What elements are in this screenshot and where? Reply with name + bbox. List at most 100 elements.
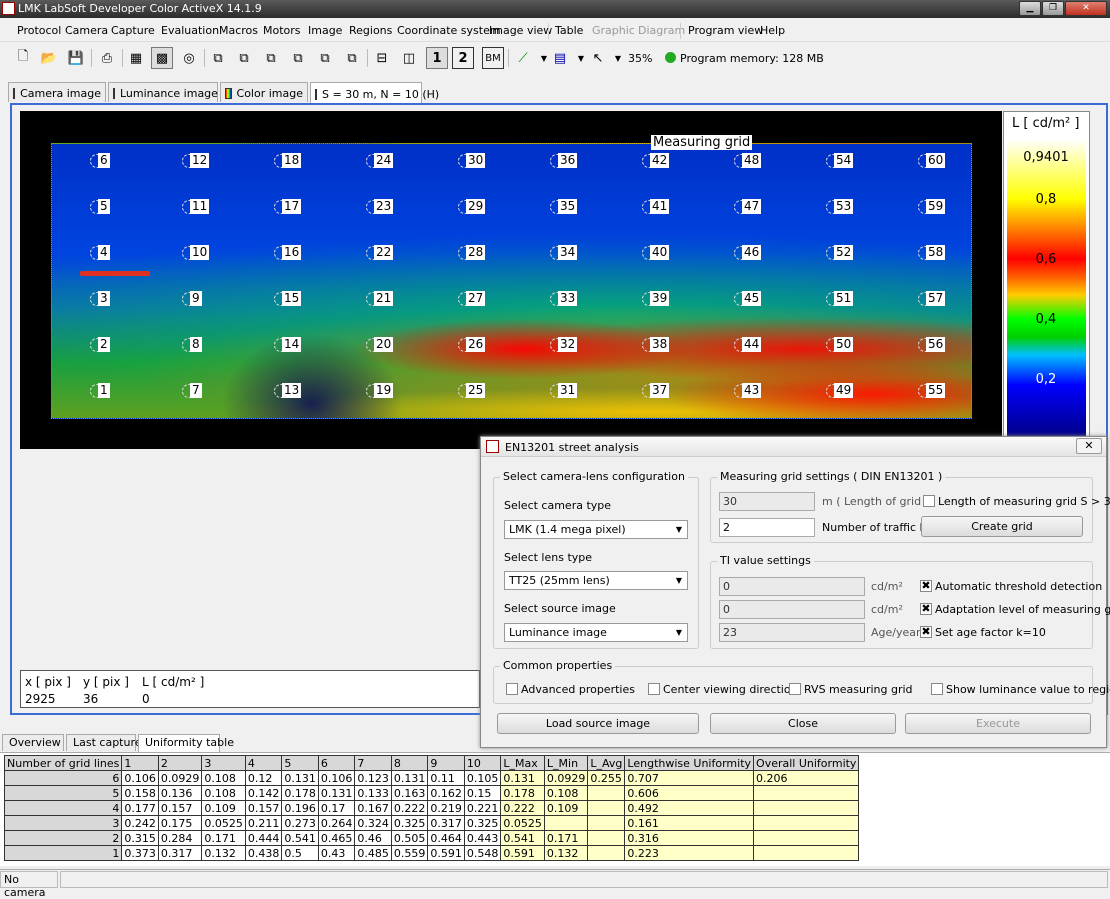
table-cell[interactable]: 0.325 bbox=[463, 815, 502, 831]
grid-point[interactable]: 48 bbox=[734, 153, 762, 170]
table-cell[interactable]: 0.105 bbox=[463, 770, 502, 786]
table-cell[interactable]: 0.142 bbox=[244, 785, 283, 801]
source-image-select[interactable]: Luminance image ▼ bbox=[504, 623, 688, 642]
table-cell[interactable]: 0.443 bbox=[463, 830, 502, 846]
grid-point[interactable]: 46 bbox=[734, 245, 762, 262]
tab-uniformity-table[interactable]: Uniformity table bbox=[138, 734, 234, 752]
load-source-image-button[interactable]: Load source image bbox=[497, 713, 699, 734]
table-cell[interactable]: 0.109 bbox=[543, 800, 589, 816]
grid-point[interactable]: 36 bbox=[550, 153, 578, 170]
grid-point[interactable]: 13 bbox=[274, 383, 302, 400]
table-cell[interactable]: 0.177 bbox=[121, 800, 159, 816]
grid-point[interactable]: 15 bbox=[274, 291, 302, 308]
table-cell[interactable]: 6 bbox=[3, 770, 123, 786]
table-cell[interactable]: 0.242 bbox=[121, 815, 159, 831]
split-vertical-icon[interactable]: ◫ bbox=[398, 47, 420, 69]
column-header[interactable]: 5 bbox=[281, 755, 319, 771]
column-header[interactable]: 8 bbox=[390, 755, 429, 771]
table-cell[interactable]: 0.46 bbox=[354, 830, 392, 846]
table-cell[interactable]: 0.109 bbox=[201, 800, 246, 816]
table-cell[interactable]: 0.178 bbox=[281, 785, 319, 801]
column-header[interactable]: 6 bbox=[317, 755, 356, 771]
grid-point[interactable]: 34 bbox=[550, 245, 578, 262]
grid-point[interactable]: 59 bbox=[918, 199, 946, 216]
table-cell[interactable]: 0.133 bbox=[354, 785, 392, 801]
camera-type-select[interactable]: LMK (1.4 mega pixel) ▼ bbox=[504, 520, 688, 539]
grid-point[interactable]: 44 bbox=[734, 337, 762, 354]
center-viewing-checkbox[interactable] bbox=[648, 683, 660, 695]
grid-point[interactable]: 52 bbox=[826, 245, 854, 262]
table-cell[interactable]: 0.211 bbox=[244, 815, 283, 831]
grid-point[interactable]: 37 bbox=[642, 383, 670, 400]
tab-color-image[interactable]: Color image bbox=[220, 82, 308, 102]
table-cell[interactable]: 4 bbox=[3, 800, 123, 816]
grid-length-input[interactable]: 30 bbox=[719, 492, 815, 511]
grid-point[interactable]: 25 bbox=[458, 383, 486, 400]
table-cell[interactable]: 0.106 bbox=[121, 770, 159, 786]
table-cell[interactable]: 0.606 bbox=[624, 785, 755, 801]
table-cell[interactable]: 0.167 bbox=[354, 800, 392, 816]
split-horizontal-icon[interactable]: ⊟ bbox=[371, 47, 393, 69]
grid-point[interactable]: 27 bbox=[458, 291, 486, 308]
table-cell[interactable]: 0.5 bbox=[281, 845, 319, 861]
tab-measuring-grid[interactable]: S = 30 m, N = 10 (H) bbox=[310, 82, 439, 103]
new-file-icon[interactable]: 🗋 bbox=[12, 47, 34, 69]
threshold-checkbox[interactable]: ✖ bbox=[920, 580, 932, 592]
table-cell[interactable]: 0.171 bbox=[201, 830, 246, 846]
table-cell[interactable]: 0.15 bbox=[463, 785, 502, 801]
table-cell[interactable]: 5 bbox=[3, 785, 123, 801]
table-cell[interactable]: 0.43 bbox=[317, 845, 356, 861]
table-cell[interactable]: 0.108 bbox=[543, 785, 589, 801]
grid-point[interactable]: 56 bbox=[918, 337, 946, 354]
grid-point[interactable]: 57 bbox=[918, 291, 946, 308]
advanced-properties-checkbox[interactable] bbox=[506, 683, 518, 695]
window-tile-icon[interactable]: ⧉ bbox=[233, 47, 255, 69]
window-copy-icon[interactable]: ⧉ bbox=[260, 47, 282, 69]
table-cell[interactable]: 0.219 bbox=[427, 800, 465, 816]
capture-frame-icon[interactable]: ▦ bbox=[125, 47, 147, 69]
table-cell[interactable]: 0.175 bbox=[157, 815, 203, 831]
create-grid-button[interactable]: Create grid bbox=[921, 516, 1083, 537]
table-cell[interactable] bbox=[753, 830, 860, 846]
grid-point[interactable]: 30 bbox=[458, 153, 486, 170]
grid-point[interactable]: 31 bbox=[550, 383, 578, 400]
menu-image[interactable]: Image bbox=[308, 24, 342, 37]
column-header[interactable]: 10 bbox=[463, 755, 502, 771]
table-cell[interactable]: 0.284 bbox=[157, 830, 203, 846]
print-icon[interactable]: ⎙ bbox=[96, 47, 118, 69]
grid-point[interactable]: 42 bbox=[642, 153, 670, 170]
tab-last-capture[interactable]: Last capture bbox=[66, 734, 142, 751]
tab-camera-image[interactable]: Camera image bbox=[8, 82, 106, 102]
grid-point[interactable]: 21 bbox=[366, 291, 394, 308]
grid-point[interactable]: 16 bbox=[274, 245, 302, 262]
bitmap-icon[interactable]: BM bbox=[482, 47, 504, 69]
column-header[interactable]: Overall Uniformity bbox=[753, 755, 860, 771]
long-grid-checkbox[interactable] bbox=[923, 495, 935, 507]
grid-point[interactable]: 23 bbox=[366, 199, 394, 216]
table-cell[interactable]: 0.17 bbox=[317, 800, 356, 816]
menu-coordinate-system[interactable]: Coordinate system bbox=[397, 24, 501, 37]
table-cell[interactable] bbox=[753, 845, 860, 861]
column-header[interactable]: Lengthwise Uniformity bbox=[624, 755, 755, 771]
table-cell[interactable]: 0.196 bbox=[281, 800, 319, 816]
window-stack-icon[interactable]: ⧉ bbox=[287, 47, 309, 69]
grid-point[interactable]: 35 bbox=[550, 199, 578, 216]
table-cell[interactable] bbox=[587, 845, 626, 861]
close-window-button[interactable]: ✕ bbox=[1065, 1, 1107, 16]
table-cell[interactable]: 0.541 bbox=[281, 830, 319, 846]
table-cell[interactable]: 0.255 bbox=[587, 770, 626, 786]
table-cell[interactable]: 0.317 bbox=[157, 845, 203, 861]
table-cell[interactable]: 0.0929 bbox=[543, 770, 589, 786]
table-cell[interactable]: 0.157 bbox=[244, 800, 283, 816]
grid-point[interactable]: 58 bbox=[918, 245, 946, 262]
table-cell[interactable]: 0.0525 bbox=[500, 815, 545, 831]
table-cell[interactable]: 0.591 bbox=[500, 845, 545, 861]
table-cell[interactable]: 0.108 bbox=[201, 785, 246, 801]
table-cell[interactable]: 0.131 bbox=[281, 770, 319, 786]
tab-luminance-image[interactable]: Luminance image bbox=[108, 82, 218, 102]
grid-point[interactable]: 5 bbox=[90, 199, 110, 216]
grid-point[interactable]: 19 bbox=[366, 383, 394, 400]
table-cell[interactable]: 0.505 bbox=[390, 830, 429, 846]
window-layer-icon[interactable]: ⧉ bbox=[314, 47, 336, 69]
open-folder-icon[interactable]: 📂 bbox=[38, 47, 60, 69]
